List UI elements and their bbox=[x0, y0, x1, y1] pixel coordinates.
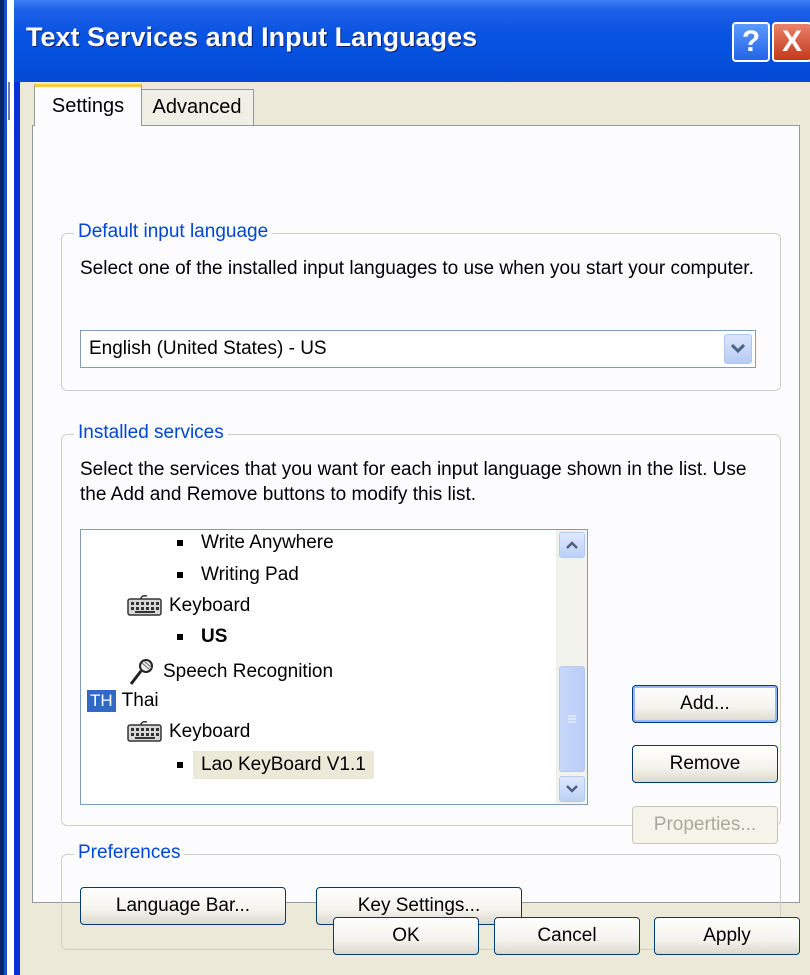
list-item-label: US bbox=[201, 626, 228, 647]
list-item[interactable]: Writing Pad bbox=[177, 564, 299, 586]
properties-button-label: Properties... bbox=[653, 814, 757, 835]
add-button-label: Add... bbox=[680, 693, 730, 714]
list-scrollbar[interactable] bbox=[556, 530, 587, 804]
scroll-up-button[interactable] bbox=[559, 532, 585, 558]
ok-button-label: OK bbox=[392, 925, 420, 946]
bullet-icon bbox=[177, 762, 183, 768]
title-bar[interactable]: Text Services and Input Languages ? X bbox=[14, 0, 810, 82]
microphone-icon bbox=[129, 659, 153, 685]
list-item-label: Keyboard bbox=[169, 721, 251, 742]
left-edge-tick bbox=[8, 82, 10, 120]
list-item[interactable]: Keyboard bbox=[127, 595, 250, 617]
list-item-label: Write Anywhere bbox=[201, 532, 334, 553]
close-button[interactable]: X bbox=[772, 22, 810, 62]
installed-services-list[interactable]: Write Anywhere Writing Pad Keyboard US S… bbox=[80, 529, 588, 805]
tab-settings-label: Settings bbox=[51, 95, 125, 117]
list-item[interactable]: Write Anywhere bbox=[177, 532, 334, 554]
list-item[interactable]: Speech Recognition bbox=[127, 658, 333, 686]
cancel-button-label: Cancel bbox=[537, 925, 597, 946]
dialog-window: Text Services and Input Languages ? X Se… bbox=[14, 0, 810, 975]
add-button[interactable]: Add... bbox=[632, 685, 778, 723]
remove-button-label: Remove bbox=[669, 753, 741, 774]
scroll-down-button[interactable] bbox=[559, 776, 585, 802]
list-item-label: Keyboard bbox=[169, 595, 251, 616]
default-input-language-value: English (United States) - US bbox=[89, 338, 327, 359]
list-item[interactable]: US bbox=[177, 626, 227, 648]
list-item[interactable]: Keyboard bbox=[127, 721, 250, 743]
settings-tab-panel: Default input language Select one of the… bbox=[32, 125, 800, 950]
list-item-label: Thai bbox=[121, 690, 159, 711]
chevron-down-icon bbox=[566, 785, 578, 793]
grip-icon bbox=[568, 715, 576, 723]
list-item-label: Lao KeyBoard V1.1 bbox=[193, 751, 374, 779]
bullet-icon bbox=[177, 540, 183, 546]
key-settings-button-label: Key Settings... bbox=[357, 895, 481, 916]
installed-services-label: Installed services bbox=[74, 422, 228, 444]
bullet-icon bbox=[177, 572, 183, 578]
default-input-description: Select one of the installed input langua… bbox=[80, 258, 754, 279]
list-item-selected[interactable]: Lao KeyBoard V1.1 bbox=[177, 751, 374, 779]
window-title: Text Services and Input Languages bbox=[26, 22, 478, 52]
help-icon: ? bbox=[741, 25, 761, 58]
tab-advanced[interactable]: Advanced bbox=[140, 89, 254, 125]
scroll-thumb[interactable] bbox=[559, 666, 585, 772]
default-input-language-select[interactable]: English (United States) - US bbox=[80, 330, 756, 368]
help-button[interactable]: ? bbox=[732, 22, 770, 62]
dialog-client-area: Settings Advanced Default input language… bbox=[20, 82, 810, 975]
tab-advanced-label: Advanced bbox=[152, 96, 242, 118]
list-item-label: Writing Pad bbox=[201, 564, 299, 585]
language-bar-button[interactable]: Language Bar... bbox=[80, 887, 286, 925]
chevron-down-icon bbox=[731, 344, 745, 354]
dropdown-arrow-button[interactable] bbox=[724, 334, 752, 364]
keyboard-icon bbox=[127, 595, 162, 616]
close-icon: X bbox=[781, 25, 802, 58]
default-input-language-label: Default input language bbox=[74, 221, 273, 243]
apply-button[interactable]: Apply bbox=[654, 917, 800, 955]
bullet-icon bbox=[177, 634, 183, 640]
list-item[interactable]: TH Thai bbox=[87, 690, 159, 712]
language-badge: TH bbox=[87, 690, 116, 712]
list-item-label: Speech Recognition bbox=[163, 661, 334, 682]
installed-services-description: Select the services that you want for ea… bbox=[80, 459, 747, 505]
cancel-button[interactable]: Cancel bbox=[494, 917, 640, 955]
remove-button[interactable]: Remove bbox=[632, 745, 778, 783]
apply-button-label: Apply bbox=[703, 925, 751, 946]
left-edge-blue-strip bbox=[4, 0, 7, 975]
chevron-up-icon bbox=[566, 541, 578, 549]
desktop-left-edge bbox=[0, 0, 14, 975]
properties-button[interactable]: Properties... bbox=[632, 806, 778, 844]
ok-button[interactable]: OK bbox=[333, 917, 479, 955]
language-bar-button-label: Language Bar... bbox=[115, 895, 251, 916]
default-input-language-group: Default input language Select one of the… bbox=[61, 221, 781, 391]
keyboard-icon bbox=[127, 721, 162, 742]
preferences-label: Preferences bbox=[74, 842, 185, 864]
installed-services-group: Installed services Select the services t… bbox=[61, 422, 781, 844]
tab-settings[interactable]: Settings bbox=[34, 84, 142, 126]
